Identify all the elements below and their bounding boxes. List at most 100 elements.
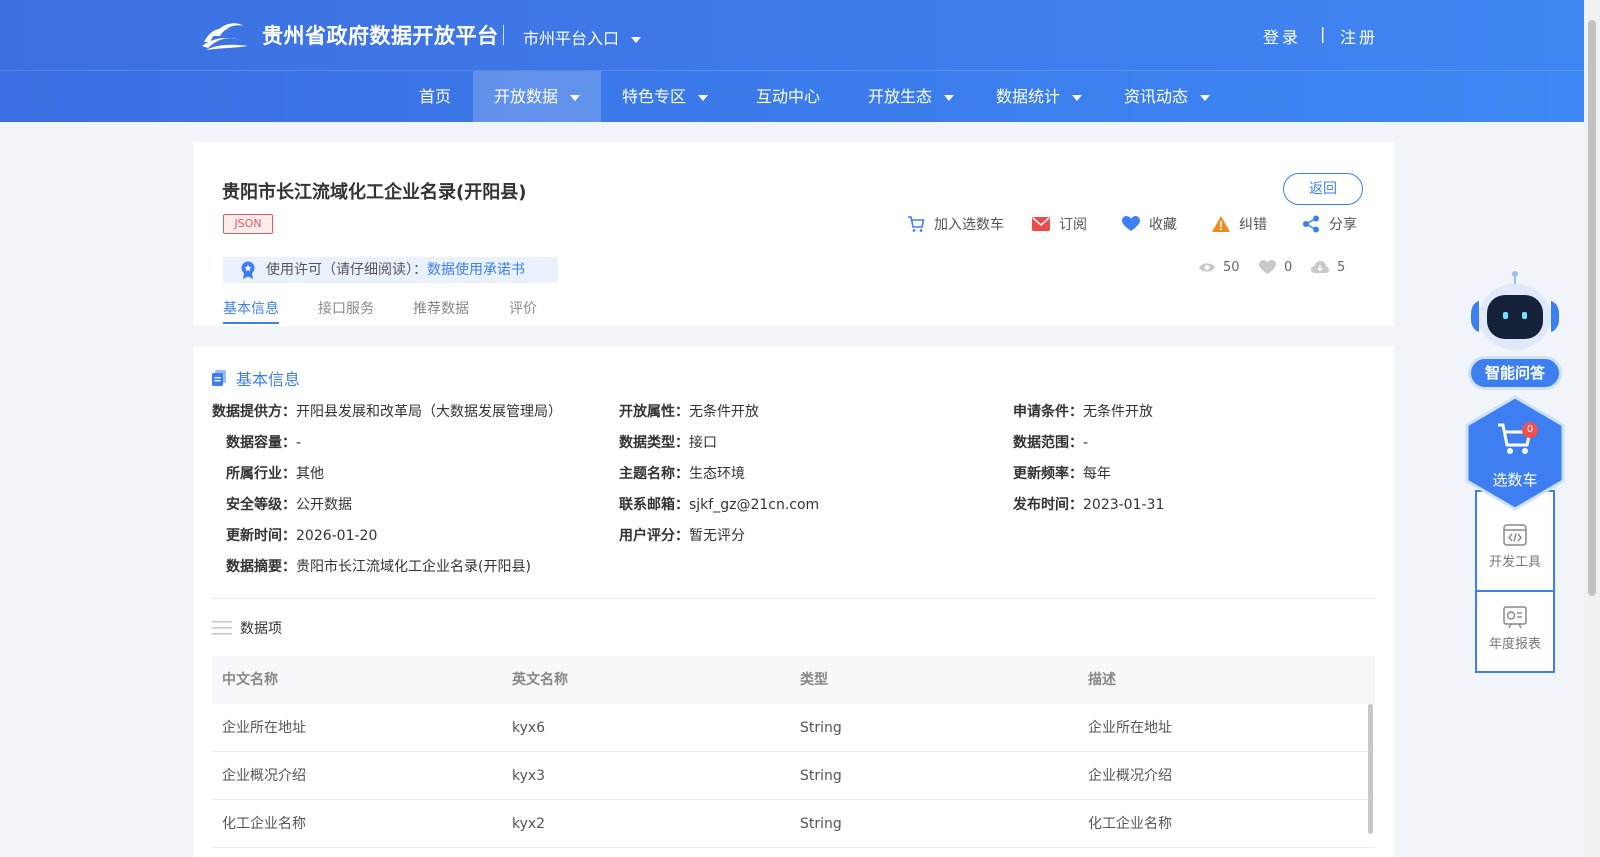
annual-report-label: 年度报表 — [1488, 637, 1541, 652]
cart-icon — [908, 216, 925, 232]
nav-item-open-data[interactable]: 开放数据 — [473, 71, 601, 123]
nav-item-statistics[interactable]: 数据统计 — [975, 71, 1103, 123]
active-tab-indicator — [223, 322, 279, 324]
field-value: sjkf_gz@21cn.com — [689, 497, 820, 513]
license-agreement-link[interactable]: 数据使用承诺书 — [427, 257, 525, 283]
document-icon — [212, 370, 226, 386]
tools-divider — [1477, 590, 1553, 592]
site-logo-icon[interactable] — [200, 16, 250, 52]
city-platform-entry[interactable]: 市州平台入口 — [523, 25, 642, 49]
favorite-button[interactable]: 收藏 — [1122, 214, 1177, 234]
basic-info-title-text: 基本信息 — [236, 370, 301, 389]
table-scrollbar[interactable] — [1368, 704, 1373, 834]
subscribe-button[interactable]: 订阅 — [1032, 214, 1087, 234]
field-value: 其他 — [296, 466, 324, 482]
chevron-down-icon — [570, 94, 580, 101]
table-cell: kyx6 — [512, 720, 546, 736]
nav-item-interaction[interactable]: 互动中心 — [729, 71, 847, 123]
field-value: 无条件开放 — [689, 404, 759, 420]
cart-label[interactable]: 选数车 — [1465, 469, 1565, 490]
table-cell: 化工企业名称 — [1088, 816, 1172, 832]
field-value: 2023-01-31 — [1083, 497, 1165, 513]
report-error-button[interactable]: 纠错 — [1212, 214, 1267, 234]
table-cell: 企业所在地址 — [1088, 720, 1172, 736]
column-header: 描述 — [1088, 672, 1116, 688]
nav-item-news[interactable]: 资讯动态 — [1103, 71, 1231, 123]
tab-api-service[interactable]: 接口服务 — [318, 298, 374, 318]
data-items-table-header: 中文名称 英文名称 类型 描述 — [212, 656, 1375, 704]
chevron-down-icon — [1072, 94, 1082, 101]
chevron-down-icon — [631, 36, 642, 43]
register-link[interactable]: 注册 — [1340, 24, 1378, 48]
field-label: 数据容量： — [226, 435, 296, 451]
header-divider — [503, 25, 504, 45]
eye-icon — [1199, 263, 1215, 272]
top-header: 贵州省政府数据开放平台 市州平台入口 登录 | 注册 — [0, 0, 1584, 70]
basic-info-section-title: 基本信息 — [212, 366, 300, 390]
site-title[interactable]: 贵州省政府数据开放平台 — [262, 20, 499, 50]
table-cell: kyx3 — [512, 768, 546, 784]
chevron-down-icon — [1200, 94, 1210, 101]
table-cell: 企业概况介绍 — [222, 768, 306, 784]
annual-report-button[interactable]: 年度报表 — [1477, 605, 1553, 652]
table-row: 企业概况介绍 kyx3 String 企业概况介绍 — [212, 752, 1375, 800]
login-link[interactable]: 登录 — [1263, 24, 1301, 48]
back-button[interactable]: 返回 — [1283, 173, 1363, 205]
column-header: 类型 — [800, 672, 828, 688]
table-cell: String — [800, 768, 842, 784]
license-label: 使用许可（请仔细阅读）： — [266, 262, 427, 278]
field-data-scope: 数据范围：- — [1013, 432, 1088, 452]
table-cell: 化工企业名称 — [222, 816, 306, 832]
ai-qa-button[interactable]: 智能问答 — [1468, 356, 1562, 390]
field-label: 数据类型： — [619, 435, 689, 451]
field-label: 发布时间： — [1013, 497, 1083, 513]
table-cell: String — [800, 816, 842, 832]
report-icon — [1503, 606, 1527, 629]
dev-tools-label: 开发工具 — [1488, 555, 1541, 570]
field-email: 联系邮箱：sjkf_gz@21cn.com — [619, 494, 819, 514]
cloud-download-icon — [1311, 261, 1329, 273]
cart-hexagon[interactable] — [1465, 395, 1565, 511]
field-value: 公开数据 — [296, 497, 352, 513]
field-data-type: 数据类型：接口 — [619, 432, 717, 452]
table-cell: kyx2 — [512, 816, 546, 832]
table-row: 化工企业名称 kyx2 String 化工企业名称 — [212, 800, 1375, 848]
data-items-title: 数据项 — [212, 618, 282, 638]
cart-count-badge: 0 — [1522, 422, 1538, 438]
robot-assistant-icon[interactable] — [1467, 270, 1563, 356]
tab-recommended[interactable]: 推荐数据 — [413, 298, 469, 318]
field-industry: 所属行业：其他 — [226, 463, 324, 483]
nav-item-label: 特色专区 — [621, 87, 686, 106]
field-value: 贵阳市长江流域化工企业名录(开阳县) — [296, 559, 531, 575]
dev-tools-button[interactable]: 开发工具 — [1477, 523, 1553, 570]
field-label: 更新频率： — [1013, 466, 1083, 482]
nav-item-label: 首页 — [418, 87, 451, 106]
field-capacity: 数据容量：- — [226, 432, 301, 452]
data-items-title-text: 数据项 — [240, 621, 282, 637]
field-value: 开阳县发展和改革局（大数据发展管理局） — [296, 404, 562, 420]
field-value: - — [1083, 435, 1089, 451]
nav-item-label: 数据统计 — [995, 87, 1060, 106]
page-scrollbar-thumb[interactable] — [1588, 20, 1596, 596]
basic-info-card: 基本信息 数据提供方：开阳县发展和改革局（大数据发展管理局） 数据容量：- 所属… — [193, 346, 1394, 857]
field-label: 数据摘要： — [226, 559, 296, 575]
share-button[interactable]: 分享 — [1302, 214, 1357, 234]
nav-item-special-zone[interactable]: 特色专区 — [601, 71, 729, 123]
nav-item-ecosystem[interactable]: 开放生态 — [847, 71, 975, 123]
tab-basic-info[interactable]: 基本信息 — [223, 298, 279, 318]
field-security: 安全等级：公开数据 — [226, 494, 352, 514]
downloads-stat: 5 — [1311, 260, 1345, 275]
field-label: 数据提供方： — [212, 404, 296, 420]
field-label: 数据范围： — [1013, 435, 1083, 451]
add-to-cart-button[interactable]: 加入选数车 — [907, 214, 1004, 234]
code-icon — [1503, 524, 1527, 546]
field-value: 暂无评分 — [689, 528, 745, 544]
tab-rating[interactable]: 评价 — [509, 298, 537, 318]
views-stat: 50 — [1199, 260, 1240, 275]
list-icon — [212, 621, 232, 635]
field-label: 安全等级： — [226, 497, 296, 513]
share-label: 分享 — [1329, 217, 1357, 233]
field-label: 更新时间： — [226, 528, 296, 544]
chevron-down-icon — [698, 94, 708, 101]
field-label: 主题名称： — [619, 466, 689, 482]
